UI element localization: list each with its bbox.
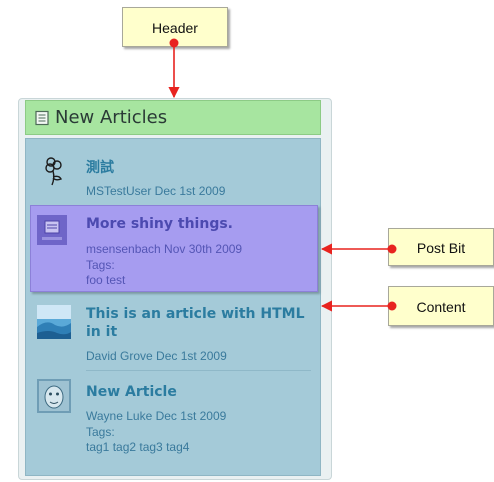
no-image-icon — [37, 215, 67, 245]
list-item: 測試 MSTestUser Dec 1st 2009 — [26, 151, 320, 211]
article-meta: David Grove Dec 1st 2009 — [86, 349, 227, 363]
tags-label: Tags: — [86, 425, 115, 439]
list-item: New Article Wayne Luke Dec 1st 2009 Tags… — [26, 377, 320, 467]
article-title-link[interactable]: More shiny things. — [86, 215, 311, 233]
tags-list[interactable]: tag1 tag2 tag3 tag4 — [86, 440, 189, 454]
divider — [86, 370, 311, 371]
flower-icon — [45, 157, 62, 186]
document-icon — [35, 110, 49, 125]
article-meta: MSTestUser Dec 1st 2009 — [86, 184, 226, 198]
tags-label: Tags: — [86, 258, 115, 272]
widget-content: 測試 MSTestUser Dec 1st 2009 This is an ar… — [25, 138, 321, 476]
widget-header: New Articles — [25, 100, 321, 135]
article-title-link[interactable]: This is an article with HTML in it — [86, 305, 311, 341]
widget-title: New Articles — [55, 107, 168, 128]
post-bit-callout: Post Bit — [388, 228, 494, 266]
list-item: This is an article with HTML in it David… — [26, 305, 320, 373]
tags-list[interactable]: foo test — [86, 273, 125, 287]
list-item: More shiny things. msensenbach Nov 30th … — [31, 206, 317, 291]
article-title-link[interactable]: 測試 — [86, 159, 311, 177]
landscape-thumbnail[interactable] — [37, 305, 71, 339]
face-thumbnail[interactable] — [37, 379, 71, 413]
post-bit: More shiny things. msensenbach Nov 30th … — [30, 205, 318, 292]
article-meta: Wayne Luke Dec 1st 2009 — [86, 409, 227, 423]
content-callout: Content — [388, 286, 494, 326]
article-meta: msensenbach Nov 30th 2009 — [86, 242, 243, 256]
header-callout: Header — [122, 7, 228, 47]
article-title-link[interactable]: New Article — [86, 383, 311, 401]
